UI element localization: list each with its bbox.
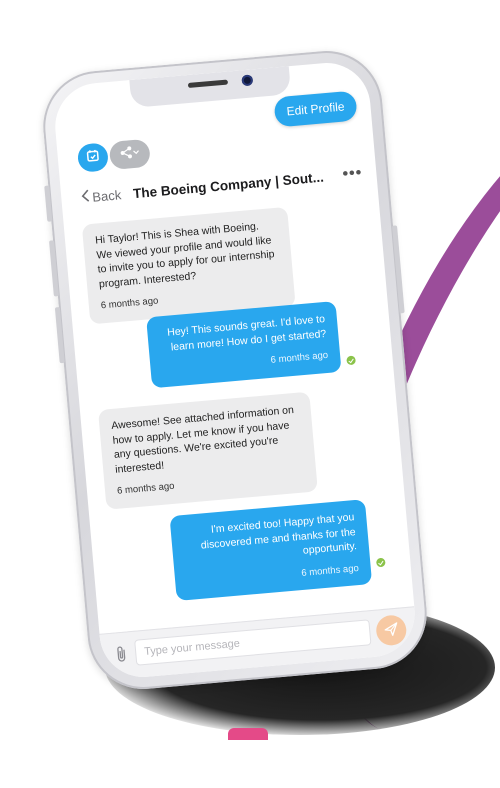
- read-check-icon: [346, 355, 356, 365]
- conversation-title: The Boeing Company | Sout...: [132, 167, 343, 200]
- more-options-icon[interactable]: •••: [342, 164, 363, 184]
- message-bubble-incoming: Awesome! See attached information on how…: [98, 392, 318, 510]
- front-camera: [241, 74, 253, 86]
- back-label: Back: [92, 187, 122, 204]
- message-text: Awesome! See attached information on how…: [111, 404, 294, 475]
- message-text: Hey! This sounds great. I'd love to lear…: [167, 313, 327, 353]
- edit-profile-button[interactable]: Edit Profile: [273, 90, 357, 127]
- speaker-grille: [188, 80, 228, 88]
- send-button[interactable]: [375, 614, 408, 647]
- phone-mockup: Edit Profile: [39, 46, 432, 693]
- message-bubble-outgoing: I'm excited too! Happy that you discover…: [169, 499, 372, 601]
- paperclip-icon[interactable]: [115, 644, 129, 668]
- read-check-icon: [376, 558, 386, 568]
- message-bubble-outgoing: Hey! This sounds great. I'd love to lear…: [146, 301, 341, 388]
- phone-screen: Edit Profile: [52, 59, 419, 680]
- message-text: Hi Taylor! This is Shea with Boeing. We …: [95, 220, 275, 290]
- back-button[interactable]: Back: [81, 186, 122, 205]
- message-text: I'm excited too! Happy that you discover…: [200, 511, 357, 557]
- share-icon: [118, 144, 142, 165]
- calendar-icon: [85, 147, 101, 167]
- share-menu-button[interactable]: [109, 139, 151, 170]
- calendar-button[interactable]: [77, 142, 109, 173]
- message-timestamp: 6 months ago: [162, 349, 329, 378]
- message-timestamp: 6 months ago: [187, 561, 360, 590]
- background-pink-shape: [228, 728, 268, 740]
- message-input[interactable]: [134, 619, 371, 665]
- send-icon: [384, 621, 399, 639]
